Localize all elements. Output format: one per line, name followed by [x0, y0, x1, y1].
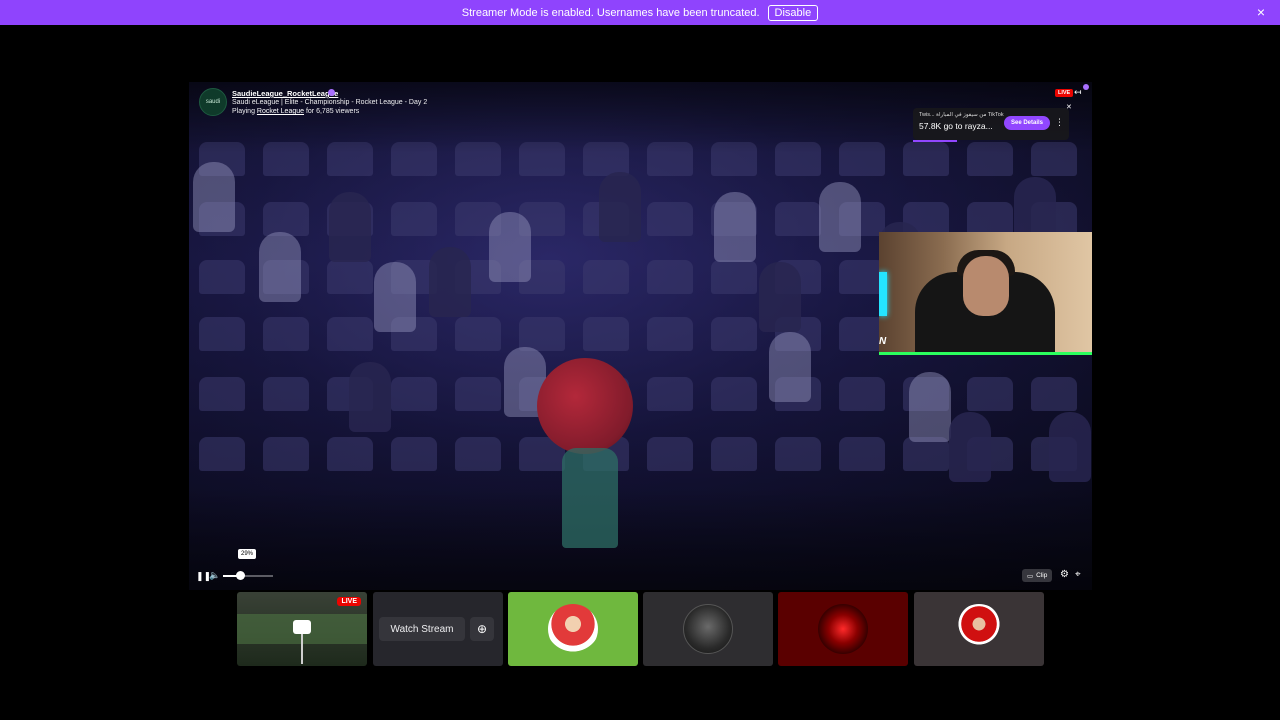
volume-icon[interactable]: 🔈 [209, 570, 220, 581]
stream-title: Saudi eLeague | Elite - Championship - R… [232, 99, 428, 106]
thumbnail-channel-4[interactable] [643, 592, 773, 666]
collapse-icon[interactable]: ↤ [1074, 87, 1082, 98]
channel-avatar[interactable]: saudi [199, 88, 227, 116]
verified-icon [328, 89, 335, 96]
chat-bubble-icon [293, 620, 311, 634]
thumbnail-live-stream[interactable]: LIVE [237, 592, 367, 666]
volume-tooltip: 29% [238, 549, 257, 559]
ad-progress-bar [913, 140, 957, 142]
mascot-figure [537, 358, 633, 454]
watch-stream-icon[interactable]: ⊕ [470, 617, 494, 641]
game-link[interactable]: Rocket League [257, 108, 304, 115]
more-options-icon[interactable]: ⋮ [1055, 117, 1064, 128]
ad-headline: Twis... من سيفوز في المباراة TikTok [919, 112, 1004, 118]
thumbnail-channel-6[interactable] [914, 592, 1044, 666]
channel-thumbnails: LIVE Watch Stream ⊕ [237, 592, 1044, 666]
live-badge: LIVE [337, 597, 361, 606]
green-bar [879, 352, 1092, 355]
avatar [818, 604, 868, 654]
streamer-webcam: N [879, 232, 1092, 355]
volume-slider-thumb[interactable] [236, 571, 245, 580]
mascot-body [562, 448, 618, 548]
avatar [548, 604, 598, 654]
live-badge: LIVE [1055, 89, 1074, 97]
thumbnail-channel-3[interactable] [508, 592, 638, 666]
notification-dot [1083, 84, 1089, 90]
webcam-logo: N [879, 336, 887, 347]
streamer-mode-banner: Streamer Mode is enabled. Usernames have… [0, 0, 1280, 25]
watch-stream-button[interactable]: Watch Stream [379, 617, 465, 641]
avatar [683, 604, 733, 654]
streamer-face [963, 256, 1009, 316]
channel-name-link[interactable]: SaudieLeague_RocketLeague [232, 89, 338, 98]
thumbnail-channel-5[interactable] [778, 592, 908, 666]
ad-overlay[interactable]: Twis... من سيفوز في المباراة TikTok 57.8… [913, 108, 1069, 142]
clip-button[interactable]: ▭ Clip [1022, 569, 1053, 582]
gear-icon[interactable]: ⚙ [1060, 569, 1069, 580]
see-details-button[interactable]: See Details [1004, 116, 1050, 130]
ad-subtext: 57.8K go to rayza... [919, 121, 993, 131]
thumbnail-watch-stream: Watch Stream ⊕ [373, 592, 503, 666]
theatre-mode-icon[interactable]: ⌖ [1075, 569, 1081, 580]
clip-icon: ▭ [1027, 572, 1034, 580]
close-ad-icon[interactable]: ✕ [1066, 103, 1072, 111]
disable-streamer-mode-button[interactable]: Disable [767, 4, 819, 21]
stream-category: Playing Rocket League for 6,785 viewers [232, 108, 360, 115]
volume-slider[interactable] [223, 575, 273, 577]
banner-text: Streamer Mode is enabled. Usernames have… [461, 6, 760, 19]
close-icon[interactable]: × [1254, 5, 1268, 19]
cyan-light [879, 272, 887, 316]
avatar [954, 604, 1004, 654]
